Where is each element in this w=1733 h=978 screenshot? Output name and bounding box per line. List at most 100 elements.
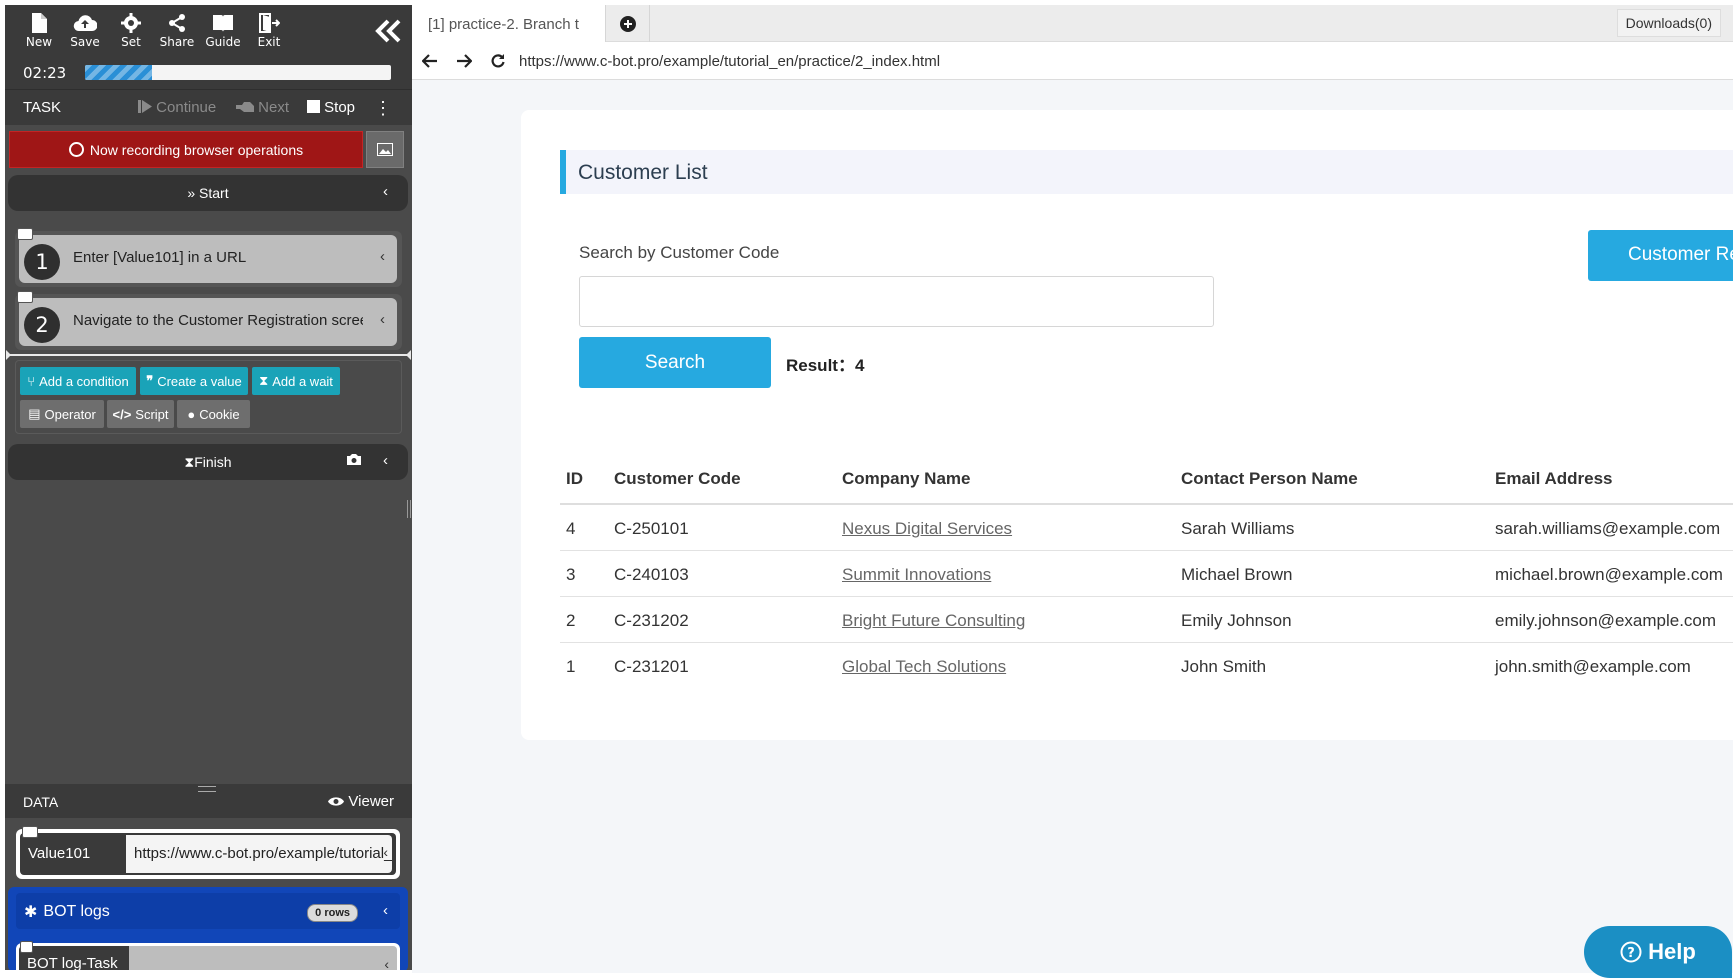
cell-contact-person: Michael Brown xyxy=(1181,565,1293,584)
cookie-label: Cookie xyxy=(199,406,240,422)
company-name-link[interactable]: Global Tech Solutions xyxy=(842,657,1006,677)
chevron-left-icon[interactable]: ‹ xyxy=(383,844,388,860)
chevron-left-icon[interactable]: ‹ xyxy=(384,956,389,970)
create-value-label: Create a value xyxy=(157,373,242,389)
chevron-left-icon[interactable]: ‹ xyxy=(383,183,388,200)
step-2[interactable]: 2 Navigate to the Customer Registration … xyxy=(19,298,397,346)
create-value-button[interactable]: ❞ Create a value xyxy=(140,367,248,395)
search-button[interactable]: Search xyxy=(579,337,771,388)
reload-button[interactable] xyxy=(484,48,512,74)
bot-log-task-name: BOT log-Task xyxy=(19,946,129,970)
share-label: Share xyxy=(159,35,195,49)
new-button[interactable]: New xyxy=(15,7,63,55)
bot-logs-header[interactable]: ✱ BOT logs 0 rows ‹ xyxy=(16,893,400,929)
customer-code-search-input[interactable] xyxy=(579,276,1214,327)
cell-customer-code: C-240103 xyxy=(614,565,689,584)
cell-id: 2 xyxy=(566,611,576,630)
eye-icon xyxy=(328,797,345,806)
table-row: 4 C-250101 Nexus Digital Services Sarah … xyxy=(560,505,1733,551)
add-condition-button[interactable]: ⑂ Add a condition xyxy=(20,367,136,395)
cell-id: 1 xyxy=(566,657,576,676)
bot-logs-title: BOT logs xyxy=(43,903,110,920)
hourglass-icon: ⧗ xyxy=(259,373,269,388)
stop-button[interactable]: Stop xyxy=(307,99,355,116)
progress-bar xyxy=(85,65,391,80)
step-2-number: 2 xyxy=(24,307,60,343)
viewer-button[interactable]: Viewer xyxy=(328,793,394,810)
cell-email: michael.brown@example.com xyxy=(1495,565,1723,584)
forward-button[interactable] xyxy=(450,48,478,74)
browser-tab[interactable]: [1] practice-2. Branch t xyxy=(412,5,606,42)
guide-label: Guide xyxy=(205,35,241,49)
company-name-link[interactable]: Nexus Digital Services xyxy=(842,519,1012,539)
cell-email: emily.johnson@example.com xyxy=(1495,611,1717,630)
help-button[interactable]: ? Help xyxy=(1584,926,1732,978)
share-button[interactable]: Share xyxy=(153,7,201,55)
continue-button[interactable]: Continue xyxy=(138,99,216,116)
next-button[interactable]: Next xyxy=(236,99,289,116)
camera-icon[interactable] xyxy=(346,453,362,469)
guide-button[interactable]: Guide xyxy=(199,7,247,55)
chevron-left-icon[interactable]: ‹ xyxy=(380,311,385,328)
customer-list-card: Customer List Customer Registration Sear… xyxy=(521,110,1733,740)
value-row[interactable]: Value101 https://www.c-bot.pro/example/t… xyxy=(20,833,396,875)
header-customer-code: Customer Code xyxy=(614,469,741,488)
script-label: Script xyxy=(135,406,169,422)
finish-section-bar[interactable]: ⧗Finish ‹ xyxy=(8,444,408,480)
bot-log-task-row[interactable]: BOT log-Task ‹ xyxy=(19,946,397,970)
recording-status-button[interactable]: Now recording browser operations xyxy=(9,131,363,168)
step-1[interactable]: 1 Enter [Value101] in a URL ‹ xyxy=(19,235,397,283)
company-name-link[interactable]: Summit Innovations xyxy=(842,565,991,585)
add-wait-button[interactable]: ⧗ Add a wait xyxy=(252,367,340,395)
operator-button[interactable]: ▤ Operator xyxy=(20,400,104,428)
screenshot-image-button[interactable] xyxy=(366,131,404,168)
downloads-button[interactable]: Downloads(0) xyxy=(1616,9,1721,37)
arrow-right-icon xyxy=(457,54,472,68)
customer-registration-button[interactable]: Customer Registration xyxy=(1588,230,1733,281)
table-header-row: ID Customer Code Company Name Contact Pe… xyxy=(560,455,1733,505)
start-section-bar[interactable]: » Start ‹ xyxy=(8,175,408,211)
insert-position-line xyxy=(6,350,411,360)
share-icon xyxy=(169,14,185,32)
chevron-left-icon[interactable]: ‹ xyxy=(383,902,388,919)
task-bar: TASK Continue Next Stop ⋮ xyxy=(5,89,412,125)
question-circle-icon: ? xyxy=(1620,941,1642,963)
header-contact-person: Contact Person Name xyxy=(1181,469,1358,488)
save-button[interactable]: Save xyxy=(61,7,109,55)
operation-card-icon xyxy=(17,291,33,303)
exit-button[interactable]: Exit xyxy=(245,7,293,55)
double-chevron-left-icon xyxy=(375,19,401,43)
exit-door-icon xyxy=(259,13,280,33)
code-icon: </> xyxy=(112,406,132,422)
timer-row: 02:23 xyxy=(5,57,412,89)
new-tab-button[interactable] xyxy=(606,5,650,42)
chevron-left-icon[interactable]: ‹ xyxy=(383,452,388,469)
set-button[interactable]: Set xyxy=(107,7,155,55)
panel-splitter-handle[interactable] xyxy=(407,500,411,518)
gear-icon xyxy=(121,13,141,33)
url-field[interactable]: https://www.c-bot.pro/example/tutorial_e… xyxy=(519,45,1719,77)
new-label: New xyxy=(25,35,53,49)
save-label: Save xyxy=(70,35,100,49)
main-toolbar: New Save Set Share Guide Exit xyxy=(5,5,412,57)
more-vertical-icon[interactable]: ⋮ xyxy=(374,98,392,119)
resize-grip[interactable] xyxy=(198,786,216,792)
hourglass-end-icon: ⧗ xyxy=(184,454,195,470)
collapse-panel-button[interactable] xyxy=(372,15,404,47)
image-icon xyxy=(377,143,393,156)
cell-email: sarah.williams@example.com xyxy=(1495,519,1721,538)
script-button[interactable]: </> Script xyxy=(107,400,174,428)
reload-icon xyxy=(491,54,505,68)
record-circle-icon xyxy=(68,142,84,157)
heading-bar: Customer List xyxy=(560,150,1733,194)
next-label: Next xyxy=(258,99,290,116)
cell-customer-code: C-231202 xyxy=(614,611,689,630)
cookie-button[interactable]: ● Cookie xyxy=(177,400,250,428)
customer-table: ID Customer Code Company Name Contact Pe… xyxy=(560,455,1733,689)
company-name-link[interactable]: Bright Future Consulting xyxy=(842,611,1025,631)
task-label: TASK xyxy=(23,99,62,116)
back-button[interactable] xyxy=(416,48,444,74)
table-row: 3 C-240103 Summit Innovations Michael Br… xyxy=(560,551,1733,597)
chevron-left-icon[interactable]: ‹ xyxy=(380,248,385,265)
value-content-field[interactable]: https://www.c-bot.pro/example/tutorial_e… xyxy=(126,835,392,873)
